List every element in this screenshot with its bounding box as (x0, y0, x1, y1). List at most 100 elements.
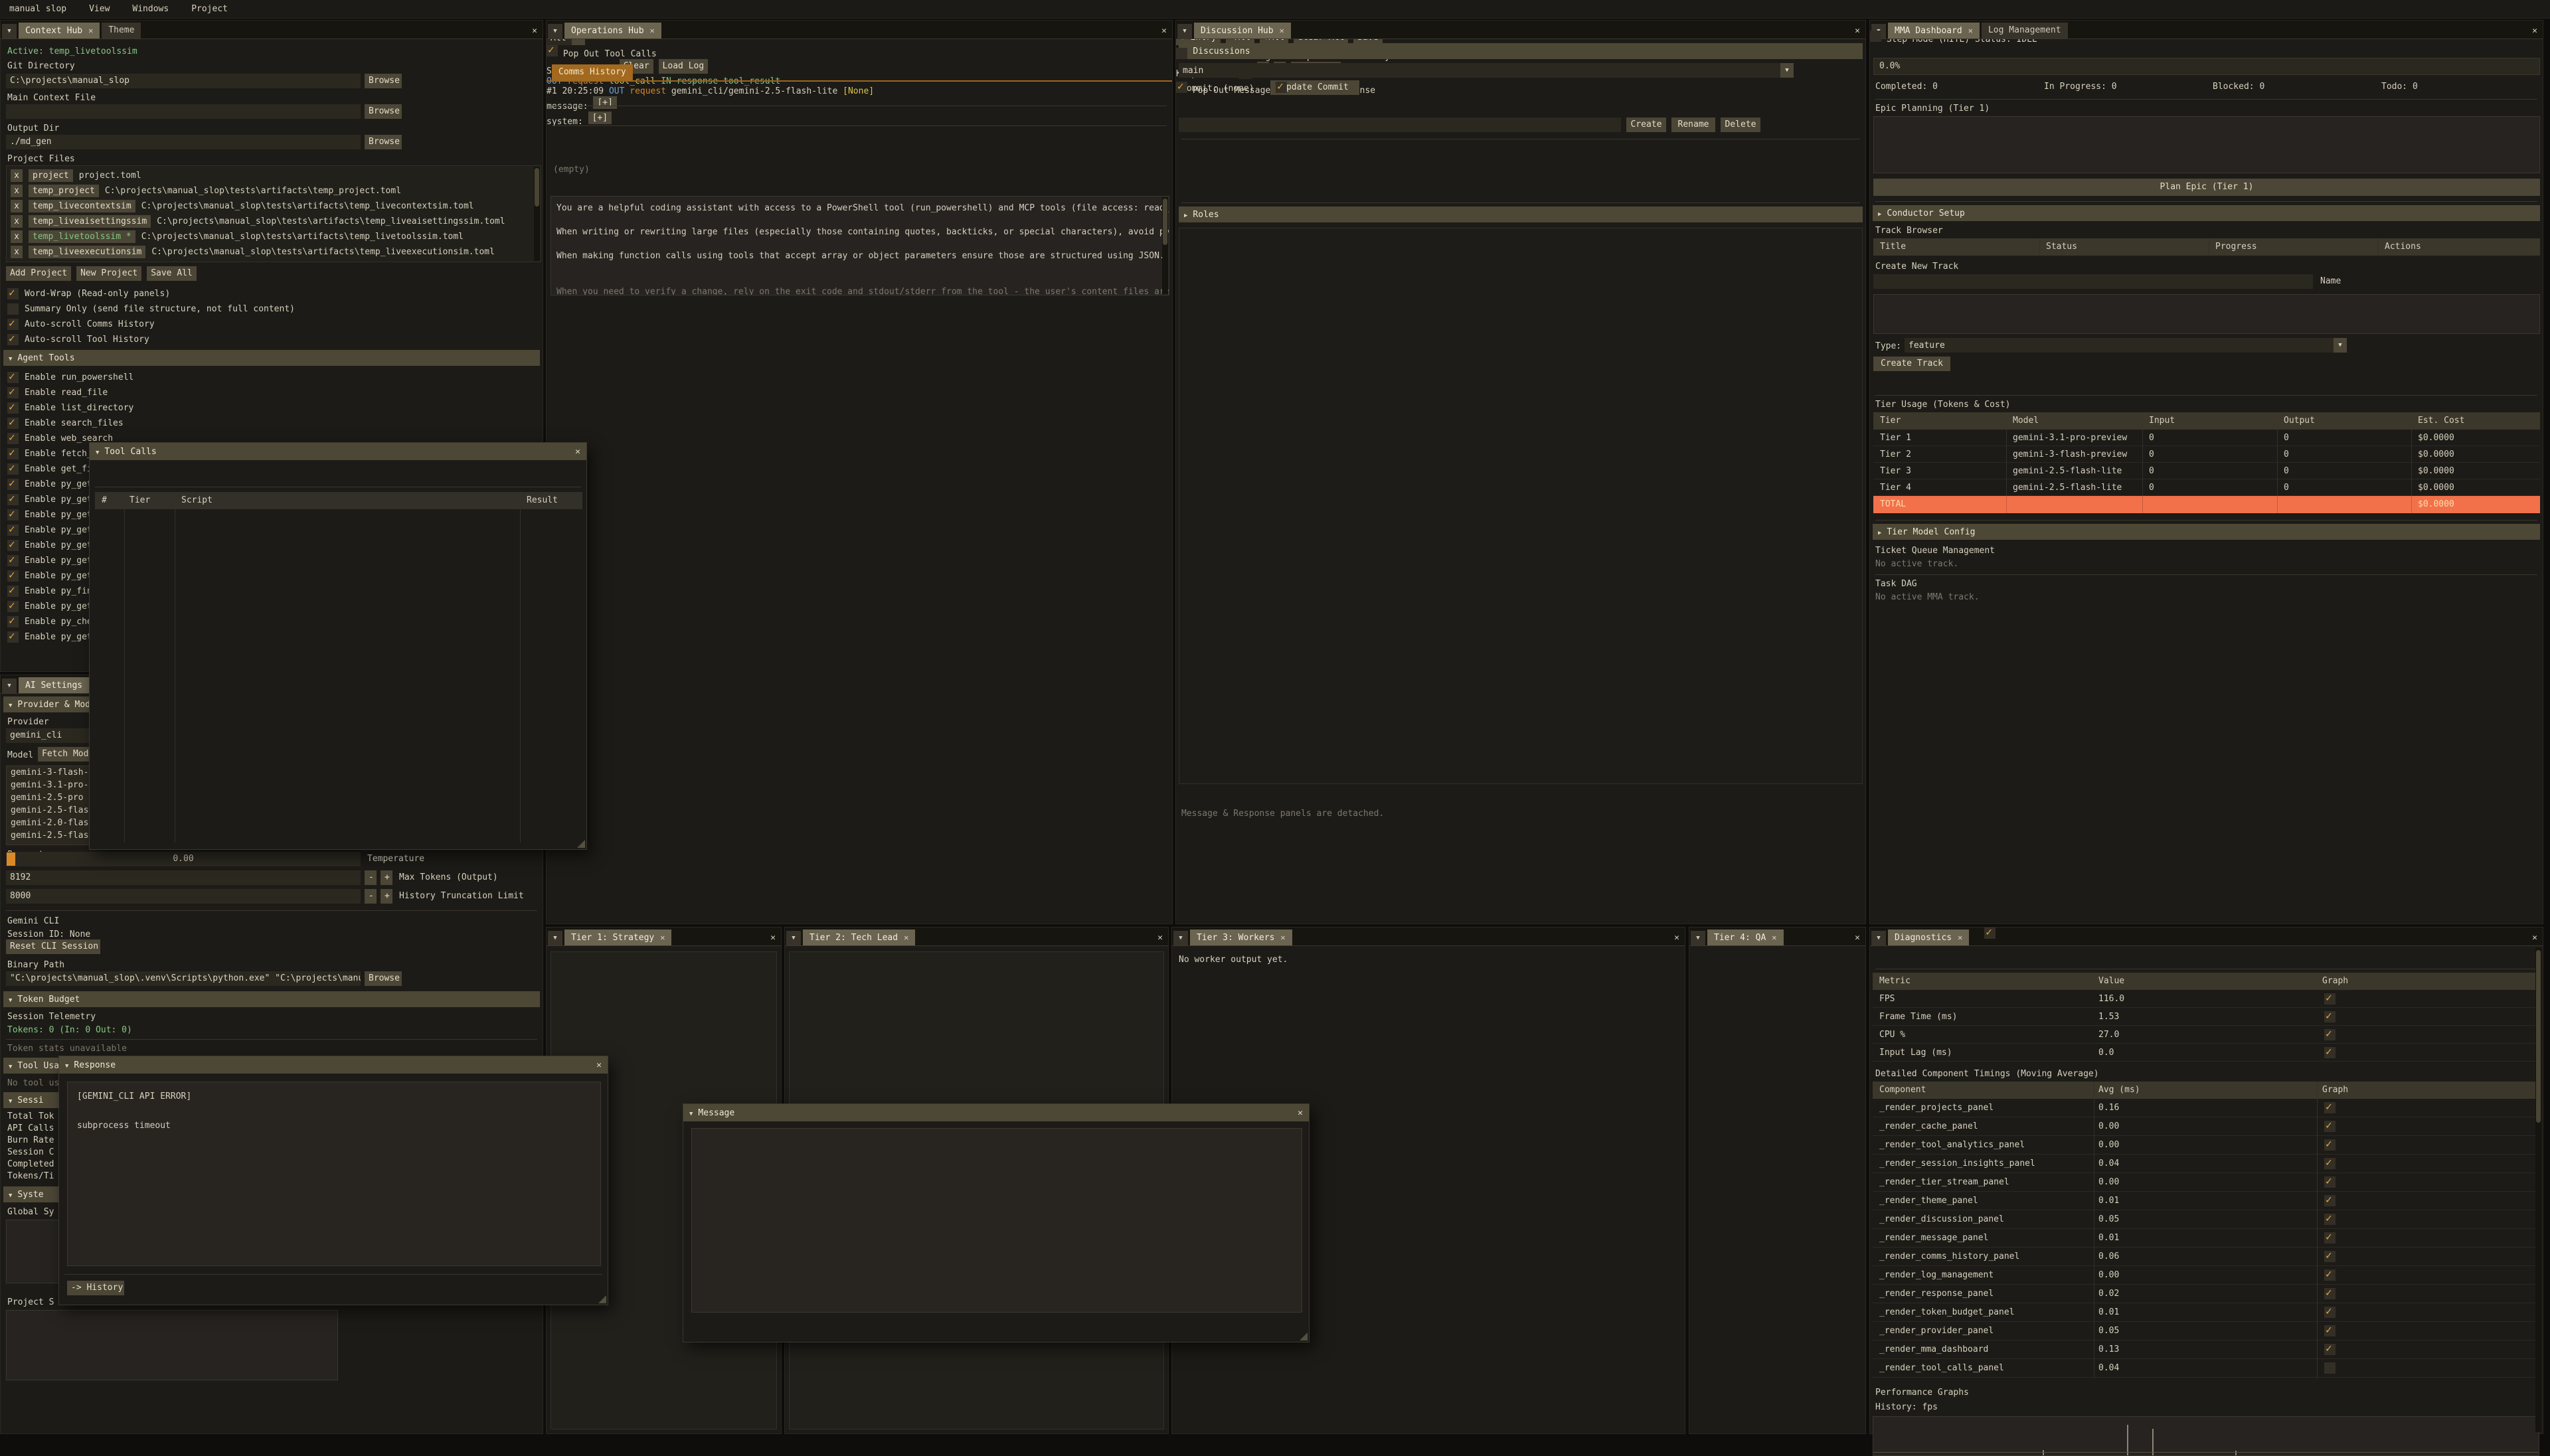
component-graph-checkbox[interactable] (2324, 1102, 2336, 1113)
tab-tier2-tech-lead[interactable]: Tier 2: Tech Lead (803, 930, 915, 945)
option-checkbox[interactable] (7, 303, 19, 315)
files-scrollbar[interactable] (534, 167, 540, 261)
tier-model-config-header[interactable]: Tier Model Config (1873, 524, 2540, 540)
tab-tier1-strategy[interactable]: Tier 1: Strategy (564, 930, 671, 945)
temperature-slider[interactable]: 0.00 (6, 852, 361, 866)
agent-tool-checkbox[interactable] (7, 494, 19, 505)
reset-cli-session-button[interactable]: Reset CLI Session (6, 939, 100, 954)
close-icon[interactable] (1855, 26, 1860, 36)
agent-tool-checkbox[interactable] (7, 555, 19, 566)
agent-tool-checkbox[interactable] (7, 540, 19, 551)
project-system-textarea[interactable] (6, 1310, 338, 1380)
history-limit-input[interactable]: 8000 (6, 889, 361, 904)
close-icon[interactable] (596, 1060, 602, 1070)
outdir-browse-button[interactable]: Browse (365, 135, 402, 149)
new-project-button[interactable]: New Project (76, 266, 141, 281)
menu-item-project[interactable]: Project (191, 4, 228, 14)
close-icon[interactable] (575, 447, 580, 457)
component-graph-checkbox[interactable] (2324, 1269, 2336, 1281)
project-file-pill[interactable]: temp_liveexecutionsim (29, 246, 145, 258)
close-icon[interactable] (532, 26, 537, 36)
plus-button[interactable]: + (381, 889, 392, 904)
component-graph-checkbox[interactable] (2324, 1288, 2336, 1299)
component-graph-checkbox[interactable] (2324, 1362, 2336, 1374)
close-icon[interactable] (770, 933, 776, 943)
response-textarea[interactable]: [GEMINI_CLI API ERROR] subprocess timeou… (67, 1082, 601, 1266)
create-button[interactable]: Create (1626, 118, 1666, 132)
option-checkbox[interactable] (7, 319, 19, 330)
tab-log-management[interactable]: Log Management (1982, 23, 2068, 39)
panel-menu-icon[interactable] (786, 931, 801, 945)
panel-menu-icon[interactable] (1871, 931, 1886, 945)
minus-button[interactable]: - (365, 889, 377, 904)
remove-file-button[interactable]: x (11, 230, 23, 243)
discussion-name-input[interactable] (1179, 118, 1621, 132)
project-file-pill[interactable]: temp_livetoolssim * (29, 230, 135, 243)
tab-comms-history[interactable]: Comms History (552, 64, 633, 80)
agent-tool-checkbox[interactable] (7, 418, 19, 429)
component-graph-checkbox[interactable] (2324, 1139, 2336, 1151)
component-graph-checkbox[interactable] (2324, 1158, 2336, 1169)
binary-browse-button[interactable]: Browse (365, 971, 402, 986)
add-project-button[interactable]: Add Project (6, 266, 71, 281)
plus-button[interactable]: + (381, 870, 392, 885)
popout-response-checkbox[interactable] (1276, 82, 1287, 93)
tab-context-hub[interactable]: Context Hub (19, 23, 100, 39)
metric-graph-checkbox[interactable] (2324, 1047, 2336, 1058)
agent-tool-checkbox[interactable] (7, 586, 19, 597)
menu-item-view[interactable]: View (89, 4, 110, 14)
discussion-combo[interactable]: main (1179, 63, 1794, 78)
panel-menu-icon[interactable] (548, 931, 562, 945)
delete-button[interactable]: Delete (1721, 118, 1760, 132)
save-all-button[interactable]: Save All (147, 266, 197, 281)
project-file-pill[interactable]: temp_project (29, 185, 99, 197)
component-graph-checkbox[interactable] (2324, 1344, 2336, 1355)
binary-path-input[interactable]: "C:\projects\manual_slop\.venv\Scripts\p… (6, 971, 361, 986)
response-titlebar[interactable]: Response (59, 1056, 608, 1074)
agent-tool-checkbox[interactable] (7, 601, 19, 612)
agent-tool-checkbox[interactable] (7, 433, 19, 444)
component-graph-checkbox[interactable] (2324, 1195, 2336, 1206)
expand-system-button[interactable]: [+] (588, 112, 612, 124)
popout-message-checkbox[interactable] (1176, 82, 1187, 93)
metric-graph-checkbox[interactable] (2324, 1011, 2336, 1022)
popout-toolcalls-checkbox[interactable] (547, 45, 558, 56)
close-icon[interactable] (2532, 933, 2537, 943)
token-budget-header[interactable]: Token Budget (3, 991, 540, 1007)
remove-file-button[interactable]: x (11, 169, 23, 182)
response-to-history-button[interactable]: -> History (67, 1281, 124, 1295)
project-file-pill[interactable]: temp_liveaisettingssim (29, 215, 151, 228)
option-checkbox[interactable] (7, 288, 19, 299)
menu-item-app[interactable]: manual slop (9, 4, 66, 14)
step-mode-checkbox[interactable] (1870, 31, 1881, 42)
menu-item-windows[interactable]: Windows (132, 4, 169, 14)
agent-tool-checkbox[interactable] (7, 387, 19, 398)
remove-file-button[interactable]: x (11, 246, 23, 258)
tab-discussion-hub[interactable]: Discussion Hub (1194, 23, 1291, 39)
agent-tool-checkbox[interactable] (7, 463, 19, 475)
main-context-file-input[interactable] (6, 104, 361, 119)
panel-menu-icon[interactable] (1691, 931, 1705, 945)
tab-operations-hub[interactable]: Operations Hub (564, 23, 661, 39)
git-browse-button[interactable]: Browse (365, 74, 402, 88)
panel-menu-icon[interactable] (1177, 24, 1192, 39)
close-icon[interactable] (1161, 26, 1167, 36)
remove-file-button[interactable]: x (11, 215, 23, 228)
message-titlebar[interactable]: Message (683, 1104, 1309, 1121)
system-textarea-scrollbar[interactable] (1162, 197, 1168, 294)
load-log-button[interactable]: Load Log (659, 59, 709, 74)
project-file-pill[interactable]: temp_livecontextsim (29, 200, 135, 212)
max-tokens-input[interactable]: 8192 (6, 870, 361, 885)
enable-profiling-checkbox[interactable] (1984, 928, 1996, 939)
tab-diagnostics[interactable]: Diagnostics (1888, 930, 1969, 945)
panel-menu-icon[interactable] (548, 24, 562, 39)
close-icon[interactable] (2532, 26, 2537, 36)
agent-tool-checkbox[interactable] (7, 448, 19, 459)
resize-grip[interactable] (598, 1295, 606, 1303)
expand-message-button[interactable]: [+] (593, 96, 616, 109)
output-dir-input[interactable]: ./md_gen (6, 135, 361, 149)
tool-calls-titlebar[interactable]: Tool Calls (90, 443, 586, 460)
track-description-textarea[interactable] (1873, 294, 2540, 334)
tab-theme[interactable]: Theme (102, 23, 141, 39)
component-graph-checkbox[interactable] (2324, 1121, 2336, 1132)
